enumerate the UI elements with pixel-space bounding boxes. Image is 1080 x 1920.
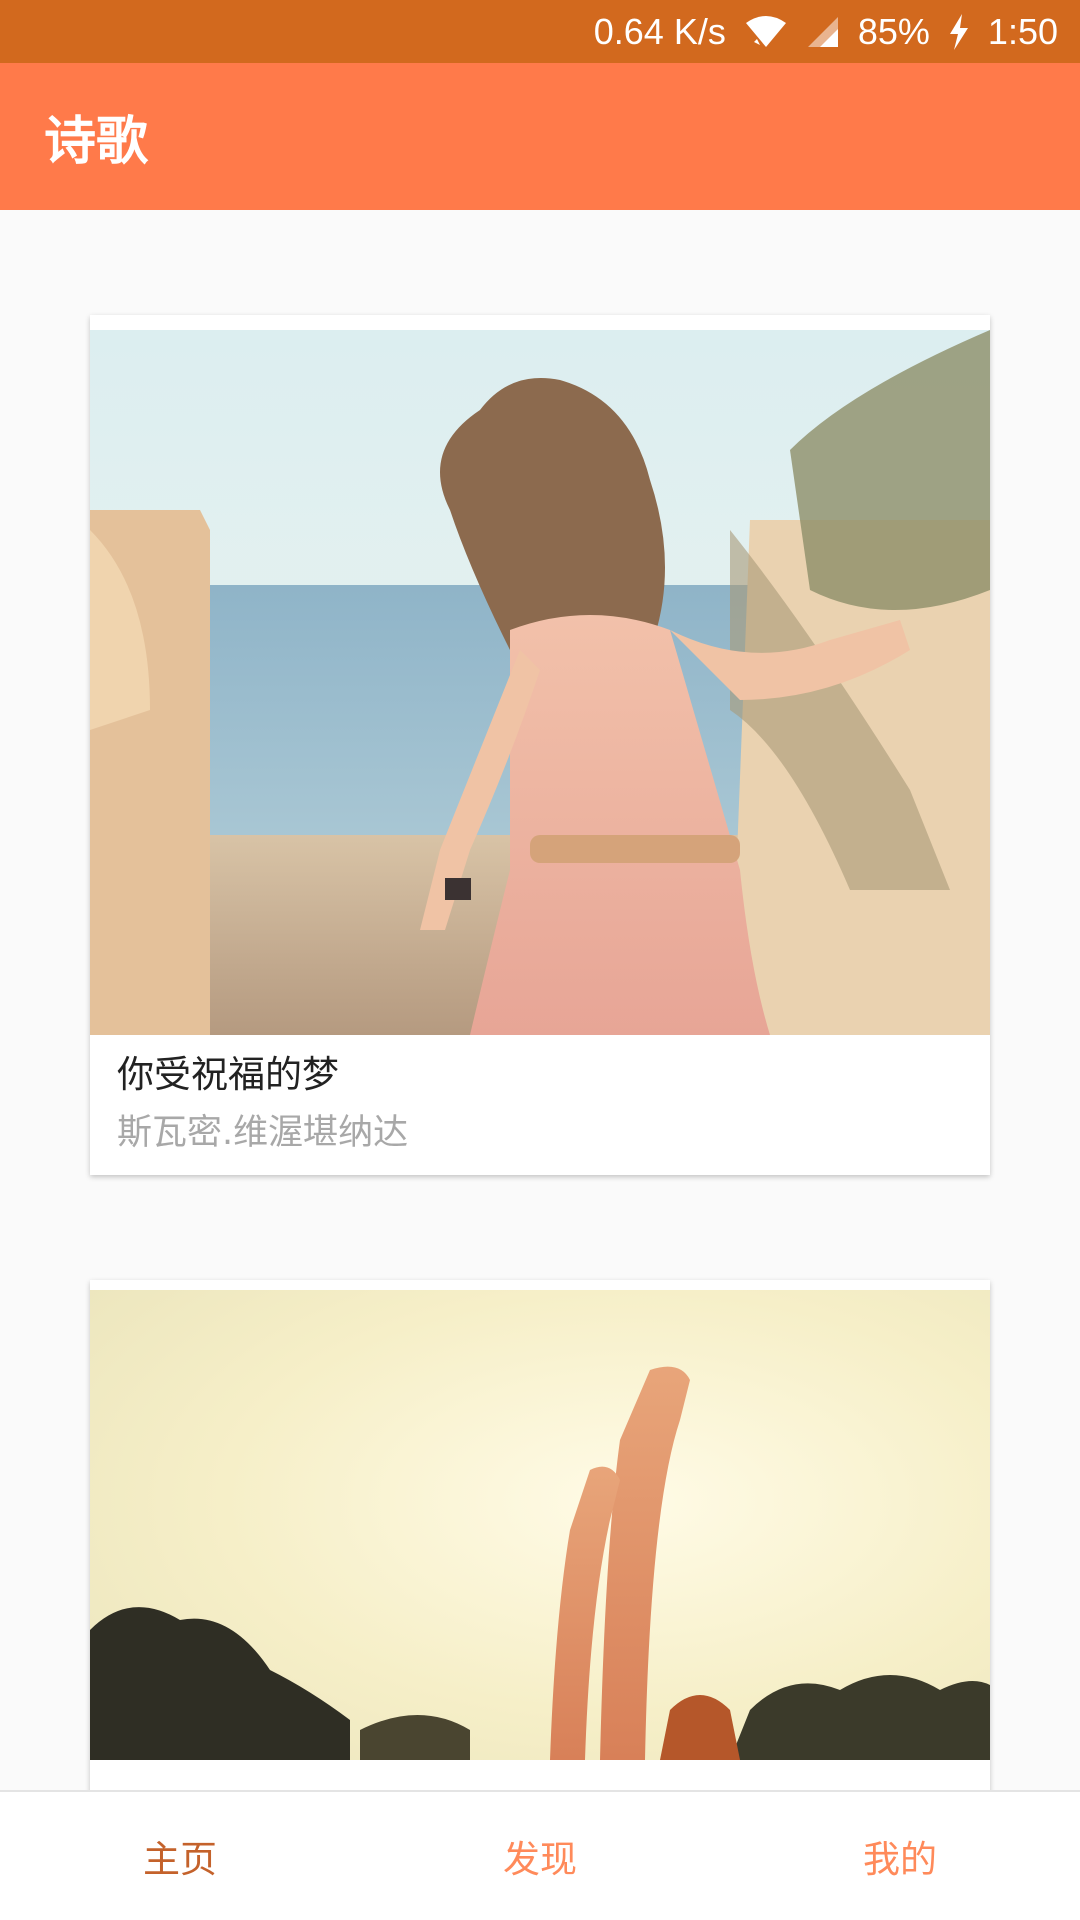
poem-title: 你受祝福的梦 (117, 1053, 339, 1096)
wifi-icon (744, 15, 788, 49)
page-title: 诗歌 (44, 112, 149, 172)
status-bar: 0.64 K/s 85% 1:50 (0, 0, 1080, 63)
nav-discover[interactable]: 发现 (360, 1792, 720, 1920)
nav-home[interactable]: 主页 (0, 1792, 360, 1920)
clock: 1:50 (987, 10, 1058, 52)
charging-icon (948, 13, 970, 50)
bottom-navigation: 主页 发现 我的 (0, 1790, 1080, 1920)
poem-author: 斯瓦密.维渥堪纳达 (117, 1113, 409, 1153)
girl-on-beach-photo (90, 330, 990, 1035)
signal-icon (806, 15, 840, 49)
poem-card[interactable]: 你受祝福的梦 斯瓦密.维渥堪纳达 (90, 315, 990, 1175)
arms-raised-sunset-photo (90, 1290, 990, 1760)
poem-card[interactable] (90, 1280, 990, 1790)
poem-list[interactable]: 你受祝福的梦 斯瓦密.维渥堪纳达 (0, 210, 1080, 1790)
nav-me[interactable]: 我的 (720, 1792, 1080, 1920)
battery-level: 85% (857, 10, 930, 52)
app-bar: 诗歌 (0, 63, 1080, 210)
network-speed: 0.64 K/s (593, 10, 726, 52)
